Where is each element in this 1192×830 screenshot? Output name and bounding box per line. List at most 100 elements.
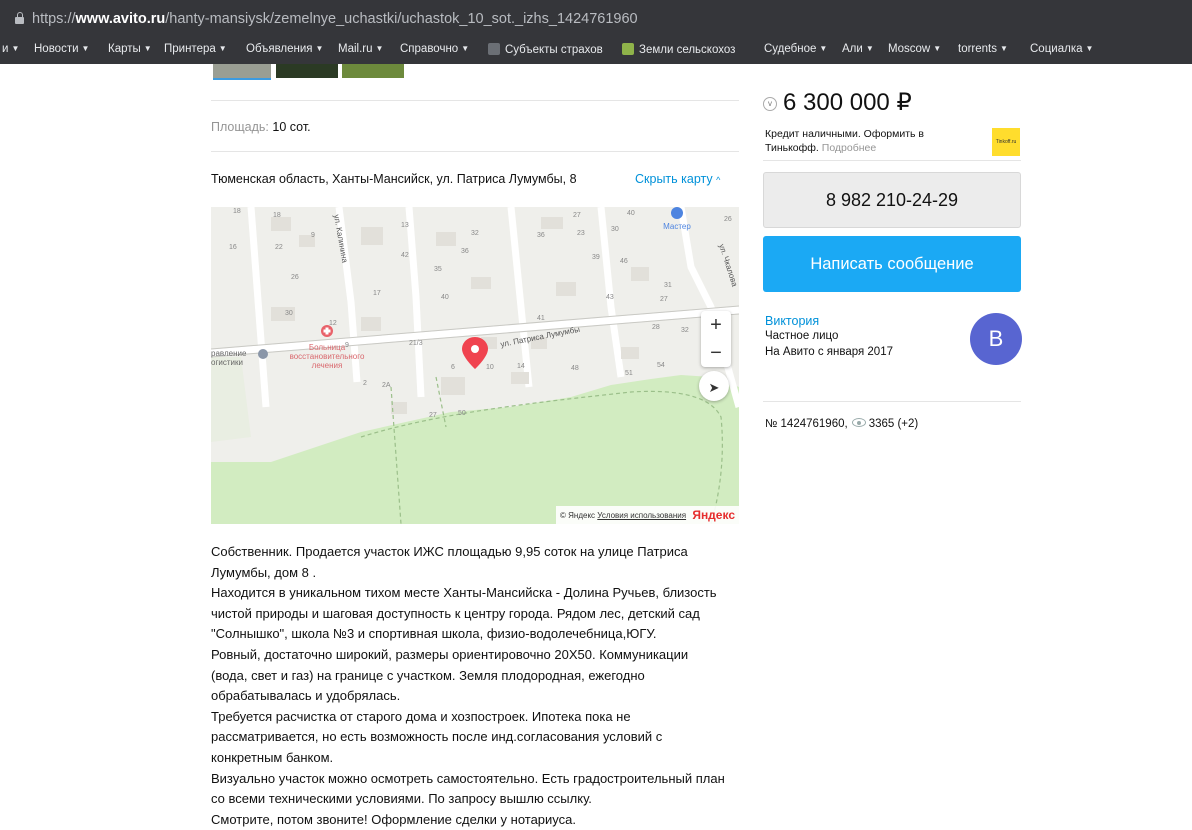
svg-text:43: 43 xyxy=(606,294,614,301)
listing-meta: № 1424761960, 3365 (+2) xyxy=(765,418,919,430)
svg-text:27: 27 xyxy=(660,296,668,303)
svg-text:18: 18 xyxy=(233,208,241,215)
seller-type: Частное лицо xyxy=(765,330,839,342)
svg-text:32: 32 xyxy=(471,230,479,237)
svg-text:равление: равление xyxy=(211,349,247,358)
send-message-button[interactable]: Написать сообщение xyxy=(763,236,1021,292)
photo-thumbnail[interactable] xyxy=(342,64,404,78)
seller-since: На Авито с января 2017 xyxy=(765,346,893,358)
divider xyxy=(211,151,739,152)
svg-text:27: 27 xyxy=(573,212,581,219)
avatar[interactable]: В xyxy=(970,313,1022,365)
svg-text:2А: 2А xyxy=(382,382,391,389)
bookmarks-bar: и ▼ Новости ▼ Карты ▼ Принтера ▼ Объявления ▼… xyxy=(0,36,1192,64)
svg-text:9: 9 xyxy=(345,342,349,349)
svg-text:14: 14 xyxy=(517,363,525,370)
zoom-out-button[interactable]: − xyxy=(701,339,731,367)
svg-text:42: 42 xyxy=(401,252,409,259)
hide-map-link[interactable]: Скрыть карту ^ xyxy=(635,172,720,186)
svg-text:2: 2 xyxy=(363,380,367,387)
bookmark-item[interactable]: Судебное ▼ xyxy=(764,43,827,55)
svg-text:Мастер: Мастер xyxy=(663,222,691,231)
svg-text:22: 22 xyxy=(275,244,283,251)
lock-icon xyxy=(14,12,24,24)
bookmark-item[interactable]: Новости ▼ xyxy=(34,43,89,55)
credit-offer: Кредит наличными. Оформить в Тинькофф. П… xyxy=(765,128,924,154)
photo-thumbnail[interactable] xyxy=(213,64,271,80)
map[interactable]: ул. Калинина ул. Патриса Лумумбы ул. Чка… xyxy=(211,207,739,524)
svg-text:36: 36 xyxy=(537,232,545,239)
map-copyright: © Яндекс Условия использования Яндекс xyxy=(556,506,739,524)
svg-text:лечения: лечения xyxy=(312,361,343,370)
seller-name[interactable]: Виктория xyxy=(765,314,819,328)
bookmark-item[interactable]: Принтера ▼ xyxy=(164,43,227,55)
credit-more-link[interactable]: Подробнее xyxy=(822,142,876,154)
chevron-up-icon: ^ xyxy=(716,175,721,185)
svg-text:13: 13 xyxy=(401,222,409,229)
svg-text:21/3: 21/3 xyxy=(409,340,423,347)
geolocation-button[interactable]: ➤ xyxy=(699,371,729,401)
svg-text:восстановительного: восстановительного xyxy=(290,352,365,361)
description: Собственник. Продается участок ИЖС площа… xyxy=(211,544,725,827)
svg-text:9: 9 xyxy=(311,232,315,239)
svg-text:26: 26 xyxy=(291,274,299,281)
bookmark-item[interactable]: Али ▼ xyxy=(842,43,874,55)
address-bar[interactable]: https://www.avito.ru/hanty-mansiysk/zeme… xyxy=(0,0,1192,36)
svg-text:27: 27 xyxy=(429,412,437,419)
terms-link[interactable]: Условия использования xyxy=(597,511,686,520)
divider xyxy=(763,401,1021,402)
svg-text:46: 46 xyxy=(620,258,628,265)
svg-text:51: 51 xyxy=(625,370,633,377)
svg-text:Больница: Больница xyxy=(309,343,346,352)
tinkoff-logo[interactable]: Tinkoff.ru xyxy=(992,128,1020,156)
chevron-down-icon[interactable]: v xyxy=(763,97,777,111)
bookmark-item[interactable]: Субъекты страхов xyxy=(488,43,603,56)
price: v6 300 000 ₽ xyxy=(763,88,912,117)
svg-text:огистики: огистики xyxy=(211,358,243,367)
divider xyxy=(211,100,739,101)
yandex-logo: Яндекс xyxy=(692,508,735,522)
bookmark-item[interactable]: Moscow ▼ xyxy=(888,43,941,55)
svg-text:40: 40 xyxy=(441,294,449,301)
svg-text:6: 6 xyxy=(451,364,455,371)
svg-text:26: 26 xyxy=(724,216,732,223)
navigation-arrow-icon: ➤ xyxy=(708,380,720,395)
svg-text:36: 36 xyxy=(461,248,469,255)
bookmark-item[interactable]: torrents ▼ xyxy=(958,43,1008,55)
svg-text:41: 41 xyxy=(537,315,545,322)
area-row: Площадь: 10 сот. xyxy=(211,120,311,134)
svg-text:31: 31 xyxy=(664,282,672,289)
svg-text:16: 16 xyxy=(229,244,237,251)
url-text[interactable]: https://www.avito.ru/hanty-mansiysk/zeme… xyxy=(14,11,638,27)
zoom-control: + − xyxy=(701,311,731,367)
bookmark-item[interactable]: Объявления ▼ xyxy=(246,43,323,55)
svg-text:48: 48 xyxy=(571,365,579,372)
svg-text:35: 35 xyxy=(434,266,442,273)
svg-text:30: 30 xyxy=(285,310,293,317)
zoom-in-button[interactable]: + xyxy=(701,311,731,339)
bookmark-item[interactable]: Mail.ru ▼ xyxy=(338,43,383,55)
folder-icon xyxy=(488,43,500,55)
bookmark-item[interactable]: и ▼ xyxy=(2,43,19,55)
phone-button[interactable]: 8 982 210-24-29 xyxy=(763,172,1021,228)
address: Тюменская область, Ханты-Мансийск, ул. П… xyxy=(211,172,577,186)
svg-text:54: 54 xyxy=(657,362,665,369)
bookmark-item[interactable]: Справочно ▼ xyxy=(400,43,469,55)
bookmark-item[interactable]: Земли сельскохоз xyxy=(622,43,735,56)
svg-text:39: 39 xyxy=(592,254,600,261)
leaf-icon xyxy=(622,43,634,55)
bookmark-item[interactable]: Социалка ▼ xyxy=(1030,43,1093,55)
svg-text:18: 18 xyxy=(273,212,281,219)
svg-text:23: 23 xyxy=(577,230,585,237)
photo-thumbnail[interactable] xyxy=(276,64,338,78)
svg-text:32: 32 xyxy=(681,327,689,334)
svg-text:40: 40 xyxy=(627,210,635,217)
divider xyxy=(763,160,1021,161)
svg-text:17: 17 xyxy=(373,290,381,297)
svg-text:28: 28 xyxy=(652,324,660,331)
map-canvas: ул. Калинина ул. Патриса Лумумбы ул. Чка… xyxy=(211,207,739,524)
bookmark-item[interactable]: Карты ▼ xyxy=(108,43,152,55)
svg-text:10: 10 xyxy=(486,364,494,371)
svg-text:30: 30 xyxy=(611,226,619,233)
svg-text:50: 50 xyxy=(458,410,466,417)
